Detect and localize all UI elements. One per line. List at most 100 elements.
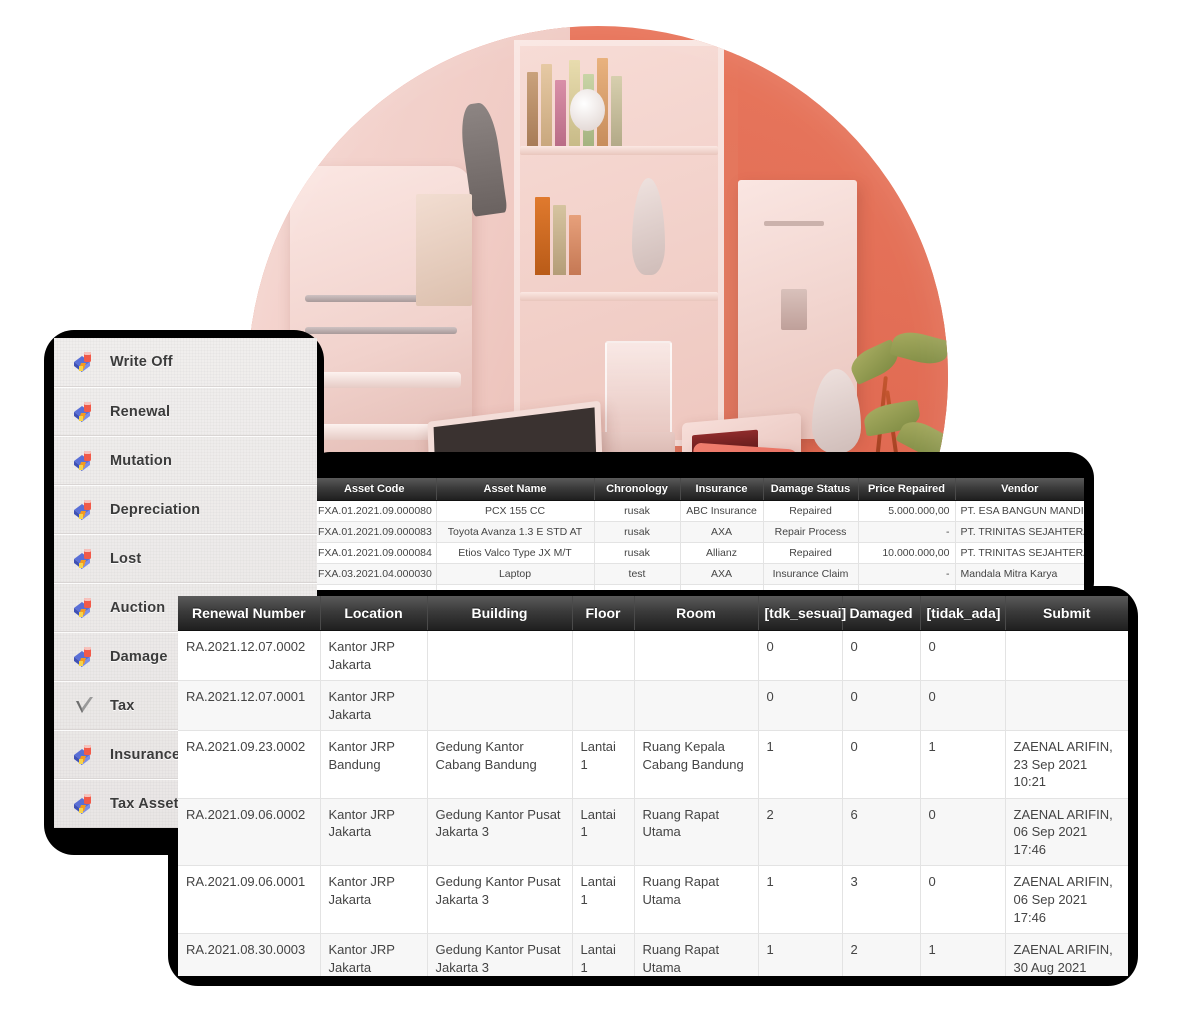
renewal-col-room[interactable]: Room — [634, 596, 759, 631]
asset-block-icon — [72, 596, 98, 620]
screenshot-root: Asset Code Asset Name Chronology Insuran… — [0, 0, 1193, 1026]
asset-col-vendor[interactable]: Vendor — [955, 478, 1084, 501]
asset-cell-insurance: AXA — [680, 563, 764, 585]
asset-cell-price-repaired: - — [858, 521, 956, 543]
renewal-cell-location: Kantor JRP Jakarta — [320, 630, 428, 682]
renewal-cell-renewal-number: RA.2021.12.07.0001 — [178, 680, 321, 732]
table-row[interactable]: RA.2021.08.30.0003 Kantor JRP Jakarta Gedu… — [178, 933, 1128, 976]
renewal-col-floor[interactable]: Floor — [572, 596, 635, 631]
table-row[interactable]: FXA.01.2021.09.000080 PCX 155 CC rusak ABC … — [313, 500, 1084, 522]
sidebar-item-label: Damage — [110, 648, 168, 665]
renewal-cell-location: Kantor JRP Jakarta — [320, 865, 428, 935]
renewal-cell-building: Gedung Kantor Cabang Bandung — [427, 730, 573, 799]
asset-block-icon — [72, 547, 98, 571]
asset-cell-damage-status: Insurance Claim — [763, 563, 859, 585]
asset-cell-price-repaired: 10.000.000,00 — [858, 542, 956, 564]
renewal-cell-renewal-number: RA.2021.09.23.0002 — [178, 730, 321, 799]
table-row[interactable]: RA.2021.09.06.0001 Kantor JRP Jakarta Gedu… — [178, 865, 1128, 935]
sidebar-item-label: Depreciation — [110, 501, 201, 518]
sidebar-item-renewal[interactable]: Renewal — [54, 387, 317, 436]
asset-cell-chronology: rusak — [594, 542, 681, 564]
asset-cell-chronology: Kebanting — [594, 584, 681, 590]
renewal-cell-floor — [572, 630, 635, 682]
asset-block-icon — [72, 400, 98, 424]
asset-block-icon — [72, 350, 98, 374]
sidebar-item-lost[interactable]: Lost — [54, 534, 317, 583]
renewal-cell-tidak-ada: 0 — [920, 680, 1006, 732]
asset-table-panel: Asset Code Asset Name Chronology Insuran… — [313, 478, 1084, 590]
asset-cell-asset-name: Etios Valco Type JX M/T — [436, 542, 595, 564]
table-row[interactable]: FXA.01.2021.09.000084 Etios Valco Type JX… — [313, 542, 1084, 564]
asset-cell-asset-code: FXA.03.2021.03.000015 — [313, 584, 437, 590]
asset-cell-insurance: - — [680, 584, 764, 590]
renewal-cell-submit: ZAENAL ARIFIN, 23 Sep 2021 10:21 — [1005, 730, 1128, 799]
renewal-cell-submit — [1005, 630, 1128, 682]
renewal-cell-floor: Lantai 1 — [572, 865, 635, 935]
renewal-col-renewal-number[interactable]: Renewal Number — [178, 596, 321, 631]
renewal-cell-building — [427, 680, 573, 732]
renewal-cell-tdk-sesuai: 0 — [758, 630, 843, 682]
asset-col-price-repaired[interactable]: Price Repaired — [858, 478, 956, 501]
table-row[interactable]: RA.2021.12.07.0002 Kantor JRP Jakarta 0 0 0 — [178, 630, 1128, 682]
renewal-cell-room: Ruang Rapat Utama — [634, 798, 759, 867]
renewal-col-location[interactable]: Location — [320, 596, 428, 631]
renewal-cell-building — [427, 630, 573, 682]
renewal-cell-submit — [1005, 680, 1128, 732]
asset-cell-chronology: test — [594, 563, 681, 585]
asset-cell-chronology: rusak — [594, 500, 681, 522]
renewal-cell-tdk-sesuai: 1 — [758, 865, 843, 935]
checkmark-icon — [72, 694, 98, 718]
renewal-cell-building: Gedung Kantor Pusat Jakarta 3 — [427, 933, 573, 976]
sidebar-item-label: Mutation — [110, 452, 173, 469]
renewal-cell-submit: ZAENAL ARIFIN, 06 Sep 2021 17:46 — [1005, 865, 1128, 935]
sidebar-item-label: Renewal — [110, 403, 171, 420]
renewal-cell-location: Kantor JRP Jakarta — [320, 798, 428, 867]
sidebar-item-label: Tax Asset — [110, 795, 179, 812]
asset-cell-damage-status: Repaired — [763, 500, 859, 522]
renewal-cell-submit: ZAENAL ARIFIN, 06 Sep 2021 17:46 — [1005, 798, 1128, 867]
sidebar-item-label: Write Off — [110, 354, 173, 370]
sidebar-item-depreciation[interactable]: Depreciation — [54, 485, 317, 534]
asset-col-damage-status[interactable]: Damage Status — [763, 478, 859, 501]
asset-col-asset-code[interactable]: Asset Code — [313, 478, 437, 501]
table-row[interactable]: RA.2021.09.23.0002 Kantor JRP Bandung Gedu… — [178, 730, 1128, 799]
renewal-cell-room — [634, 680, 759, 732]
asset-col-asset-name[interactable]: Asset Name — [436, 478, 595, 501]
renewal-cell-room — [634, 630, 759, 682]
asset-cell-vendor: PT. TRINITAS SEJAHTERATAMA — [955, 542, 1084, 564]
renewal-col-building[interactable]: Building — [427, 596, 573, 631]
sidebar-item-label: Auction — [110, 599, 166, 616]
renewal-cell-renewal-number: RA.2021.08.30.0003 — [178, 933, 321, 976]
renewal-cell-location: Kantor JRP Jakarta — [320, 680, 428, 732]
renewal-col-tidak-ada[interactable]: [tidak_ada] — [920, 596, 1006, 631]
renewal-cell-damaged: 0 — [842, 680, 921, 732]
asset-col-chronology[interactable]: Chronology — [594, 478, 681, 501]
table-row[interactable]: FXA.03.2021.04.000030 Laptop test AXA Insura… — [313, 563, 1084, 585]
asset-cell-damage-status: Repair Process — [763, 584, 859, 590]
renewal-cell-damaged: 6 — [842, 798, 921, 867]
asset-cell-asset-name: Toyota Avanza 1.3 E STD AT — [436, 521, 595, 543]
renewal-col-submit[interactable]: Submit — [1005, 596, 1128, 631]
asset-block-icon — [72, 743, 98, 767]
asset-col-insurance[interactable]: Insurance — [680, 478, 764, 501]
asset-cell-price-repaired: 5.000.000,00 — [858, 500, 956, 522]
sidebar-item-mutation[interactable]: Mutation — [54, 436, 317, 485]
sidebar-item-write-off[interactable]: Write Off — [54, 338, 317, 387]
table-row[interactable]: RA.2021.12.07.0001 Kantor JRP Jakarta 0 0 0 — [178, 680, 1128, 732]
asset-cell-insurance: ABC Insurance — [680, 500, 764, 522]
sidebar-item-label: Insurance — [110, 746, 181, 763]
asset-cell-asset-name: PCX 155 CC — [436, 500, 595, 522]
renewal-cell-floor: Lantai 1 — [572, 730, 635, 799]
table-row[interactable]: RA.2021.09.06.0002 Kantor JRP Jakarta Gedu… — [178, 798, 1128, 867]
renewal-cell-renewal-number: RA.2021.12.07.0002 — [178, 630, 321, 682]
table-row[interactable]: FXA.03.2021.03.000015Mesin Cetak PionerK… — [313, 584, 1084, 590]
renewal-cell-submit: ZAENAL ARIFIN, 30 Aug 2021 19:35 — [1005, 933, 1128, 976]
table-row[interactable]: FXA.01.2021.09.000083 Toyota Avanza 1.3 E… — [313, 521, 1084, 543]
renewal-col-tdk-sesuai[interactable]: [tdk_sesuai] — [758, 596, 846, 631]
asset-cell-asset-code: FXA.03.2021.04.000030 — [313, 563, 437, 585]
renewal-cell-room: Ruang Kepala Cabang Bandung — [634, 730, 759, 799]
renewal-cell-location: Kantor JRP Jakarta — [320, 933, 428, 976]
renewal-col-damaged[interactable]: Damaged — [842, 596, 921, 631]
renewal-cell-damaged: 3 — [842, 865, 921, 935]
renewal-cell-room: Ruang Rapat Utama — [634, 865, 759, 935]
